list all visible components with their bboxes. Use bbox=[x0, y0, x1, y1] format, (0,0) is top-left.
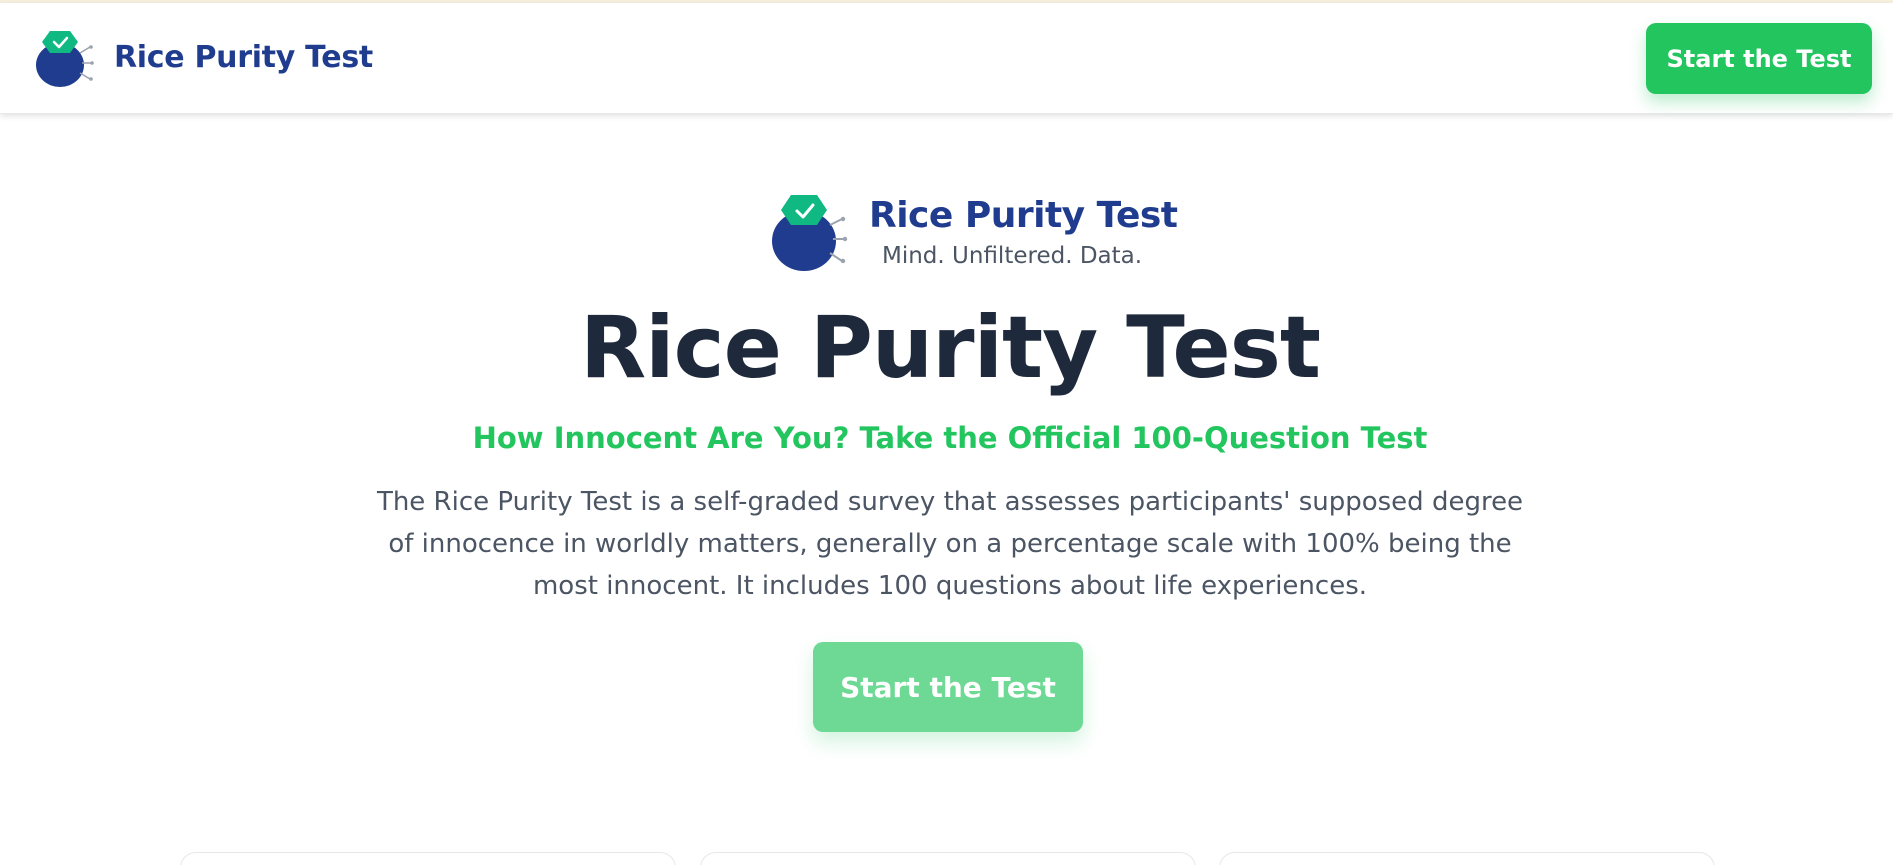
rice-purity-logo-icon bbox=[36, 31, 94, 87]
nav-brand-link[interactable]: Rice Purity Test bbox=[36, 25, 373, 89]
hero-start-test-button[interactable]: Start the Test bbox=[813, 642, 1083, 732]
nav-brand-title: Rice Purity Test bbox=[114, 39, 373, 75]
page-gutter bbox=[1893, 0, 1900, 865]
feature-card bbox=[700, 852, 1196, 865]
brand-lockup: Rice Purity Test Mind. Unfiltered. Data. bbox=[772, 191, 1178, 271]
brand-name: Rice Purity Test bbox=[869, 195, 1178, 236]
page-title: Rice Purity Test bbox=[579, 298, 1321, 398]
intro-description: The Rice Purity Test is a self-graded su… bbox=[376, 487, 1524, 601]
rice-purity-logo-icon bbox=[772, 195, 848, 271]
navbar: Rice Purity Test Start the Test bbox=[0, 3, 1893, 114]
brand-tagline: Mind. Unfiltered. Data. bbox=[882, 243, 1143, 269]
page: Rice Purity Test Start the Test Rice Pur… bbox=[0, 0, 1900, 865]
feature-card bbox=[180, 852, 676, 865]
nav-start-test-button[interactable]: Start the Test bbox=[1646, 23, 1872, 94]
page-subtitle: How Innocent Are You? Take the Official … bbox=[472, 421, 1428, 455]
feature-card bbox=[1219, 852, 1715, 865]
